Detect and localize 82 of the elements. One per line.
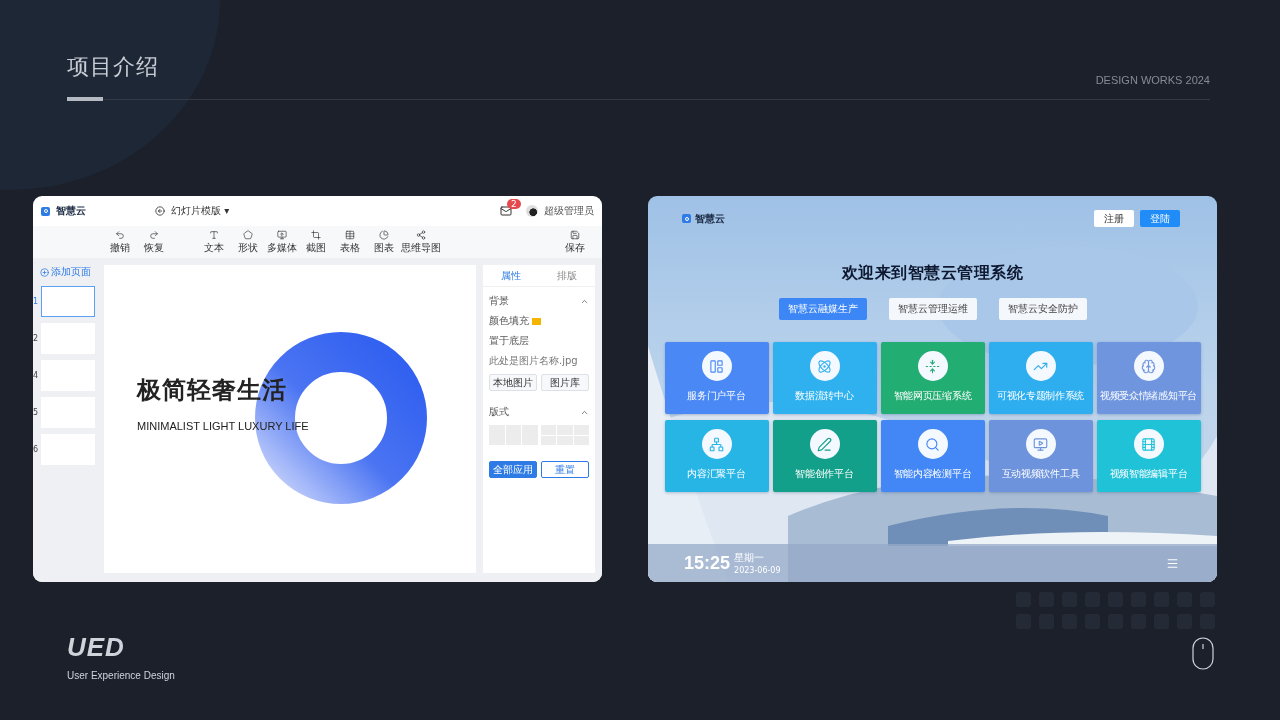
slide-number: 6 — [33, 445, 39, 454]
crop-icon — [311, 229, 321, 240]
tile-label: 智能内容检测平台 — [893, 467, 972, 481]
slide-number: 5 — [33, 408, 39, 417]
plus-icon — [39, 267, 49, 277]
back-icon[interactable] — [155, 206, 165, 216]
image-file-name: 此处是图片名称.jpg — [489, 354, 579, 368]
tile-label: 智能网页压缩系统 — [893, 389, 972, 403]
slide-number: 4 — [33, 371, 39, 380]
section-title: 背景 — [489, 294, 509, 308]
toolbar-button[interactable]: 形状 — [231, 229, 265, 255]
date: 2023-06-09 — [734, 566, 781, 575]
user-name[interactable]: 超级管理员 — [544, 204, 594, 218]
tile-label: 可视化专题制作系统 — [996, 389, 1085, 403]
brand-name: 智慧云 — [56, 204, 86, 218]
mail-icon[interactable] — [500, 205, 512, 217]
category-tab[interactable]: 智慧云安全防护 — [998, 298, 1087, 320]
tile-label: 视频智能编辑平台 — [1109, 467, 1188, 481]
tile-label: 视频受众情绪感知平台 — [1100, 389, 1197, 403]
brand-name: 智慧云 — [695, 211, 725, 226]
save-icon — [570, 229, 580, 240]
compress-icon — [917, 351, 948, 381]
add-page-button[interactable]: 添加页面 — [33, 265, 97, 279]
notification-badge: 2 — [507, 199, 521, 209]
pie-chart-icon — [379, 229, 389, 240]
toolbar-button[interactable]: 图表 — [367, 229, 401, 255]
welcome-heading: 欢迎来到智慧云管理系统 — [841, 263, 1024, 284]
tile-label: 互动视频软件工具 — [1001, 467, 1080, 481]
toolbar-button[interactable]: 保存 — [558, 229, 592, 255]
pen-icon — [809, 429, 840, 459]
atom-icon — [809, 351, 840, 381]
tile-label: 数据流转中心 — [795, 389, 854, 403]
layout-panel-icon — [701, 351, 732, 381]
slide-thumbnail[interactable] — [41, 286, 95, 317]
toolbar-button[interactable]: 多媒体 — [265, 229, 299, 255]
document-title[interactable]: 幻灯片模版 ▾ — [171, 204, 230, 218]
footer-subtitle: User Experience Design — [67, 670, 175, 681]
tile-label: 智能创作平台 — [795, 467, 854, 481]
tile-label: 服务门户平台 — [687, 389, 746, 403]
pentagon-icon — [243, 229, 253, 240]
slide-number: 1 — [33, 297, 39, 306]
logo-icon — [41, 206, 50, 216]
title-accent-bar — [67, 97, 103, 101]
menu-icon[interactable] — [1166, 556, 1179, 570]
logo-icon — [682, 214, 691, 223]
table-icon — [345, 229, 355, 240]
search-icon — [917, 429, 948, 459]
tagline: DESIGN WORKS 2024 — [1095, 74, 1210, 86]
slide-number: 2 — [33, 334, 39, 343]
image-source-button[interactable]: 本地图片 — [489, 374, 537, 391]
toolbar-button[interactable]: 文本 — [197, 229, 231, 255]
panel-tab[interactable]: 属性 — [483, 265, 539, 286]
reset-button[interactable]: 重置 — [541, 461, 589, 478]
register-button[interactable]: 注册 — [1094, 210, 1134, 227]
section-title: 版式 — [489, 405, 509, 419]
play-screen-icon — [277, 229, 287, 240]
text-frame-icon — [209, 229, 219, 240]
ued-logo: UED — [67, 634, 126, 660]
page-title: 项目介绍 — [67, 53, 159, 81]
category-tab[interactable]: 智慧云融媒生产 — [778, 298, 867, 320]
category-tab[interactable]: 智慧云管理运维 — [888, 298, 977, 320]
redo-icon — [149, 229, 159, 240]
color-swatch[interactable] — [532, 317, 541, 325]
toolbar-button[interactable]: 思维导图 — [401, 229, 441, 255]
toolbar-button[interactable]: 截图 — [299, 229, 333, 255]
panel-tab[interactable]: 排版 — [539, 265, 595, 286]
image-label: 置于底层 — [489, 334, 530, 348]
toolbar-button[interactable]: 撤销 — [103, 229, 137, 255]
avatar-icon — [526, 205, 538, 217]
clock-time: 15:25 — [684, 552, 731, 574]
video-screen-icon — [1025, 429, 1056, 459]
toolbar-button[interactable]: 恢复 — [137, 229, 171, 255]
undo-icon — [115, 229, 125, 240]
network-icon — [701, 429, 732, 459]
share-nodes-icon — [416, 229, 426, 240]
apply-all-button[interactable]: 全部应用 — [489, 461, 537, 478]
fill-label: 颜色填充 — [489, 314, 529, 328]
toolbar-button[interactable]: 表格 — [333, 229, 367, 255]
image-source-button[interactable]: 图片库 — [541, 374, 589, 391]
film-icon — [1133, 429, 1164, 459]
tile-label: 内容汇聚平台 — [687, 467, 746, 481]
mouse-icon — [1192, 637, 1214, 670]
